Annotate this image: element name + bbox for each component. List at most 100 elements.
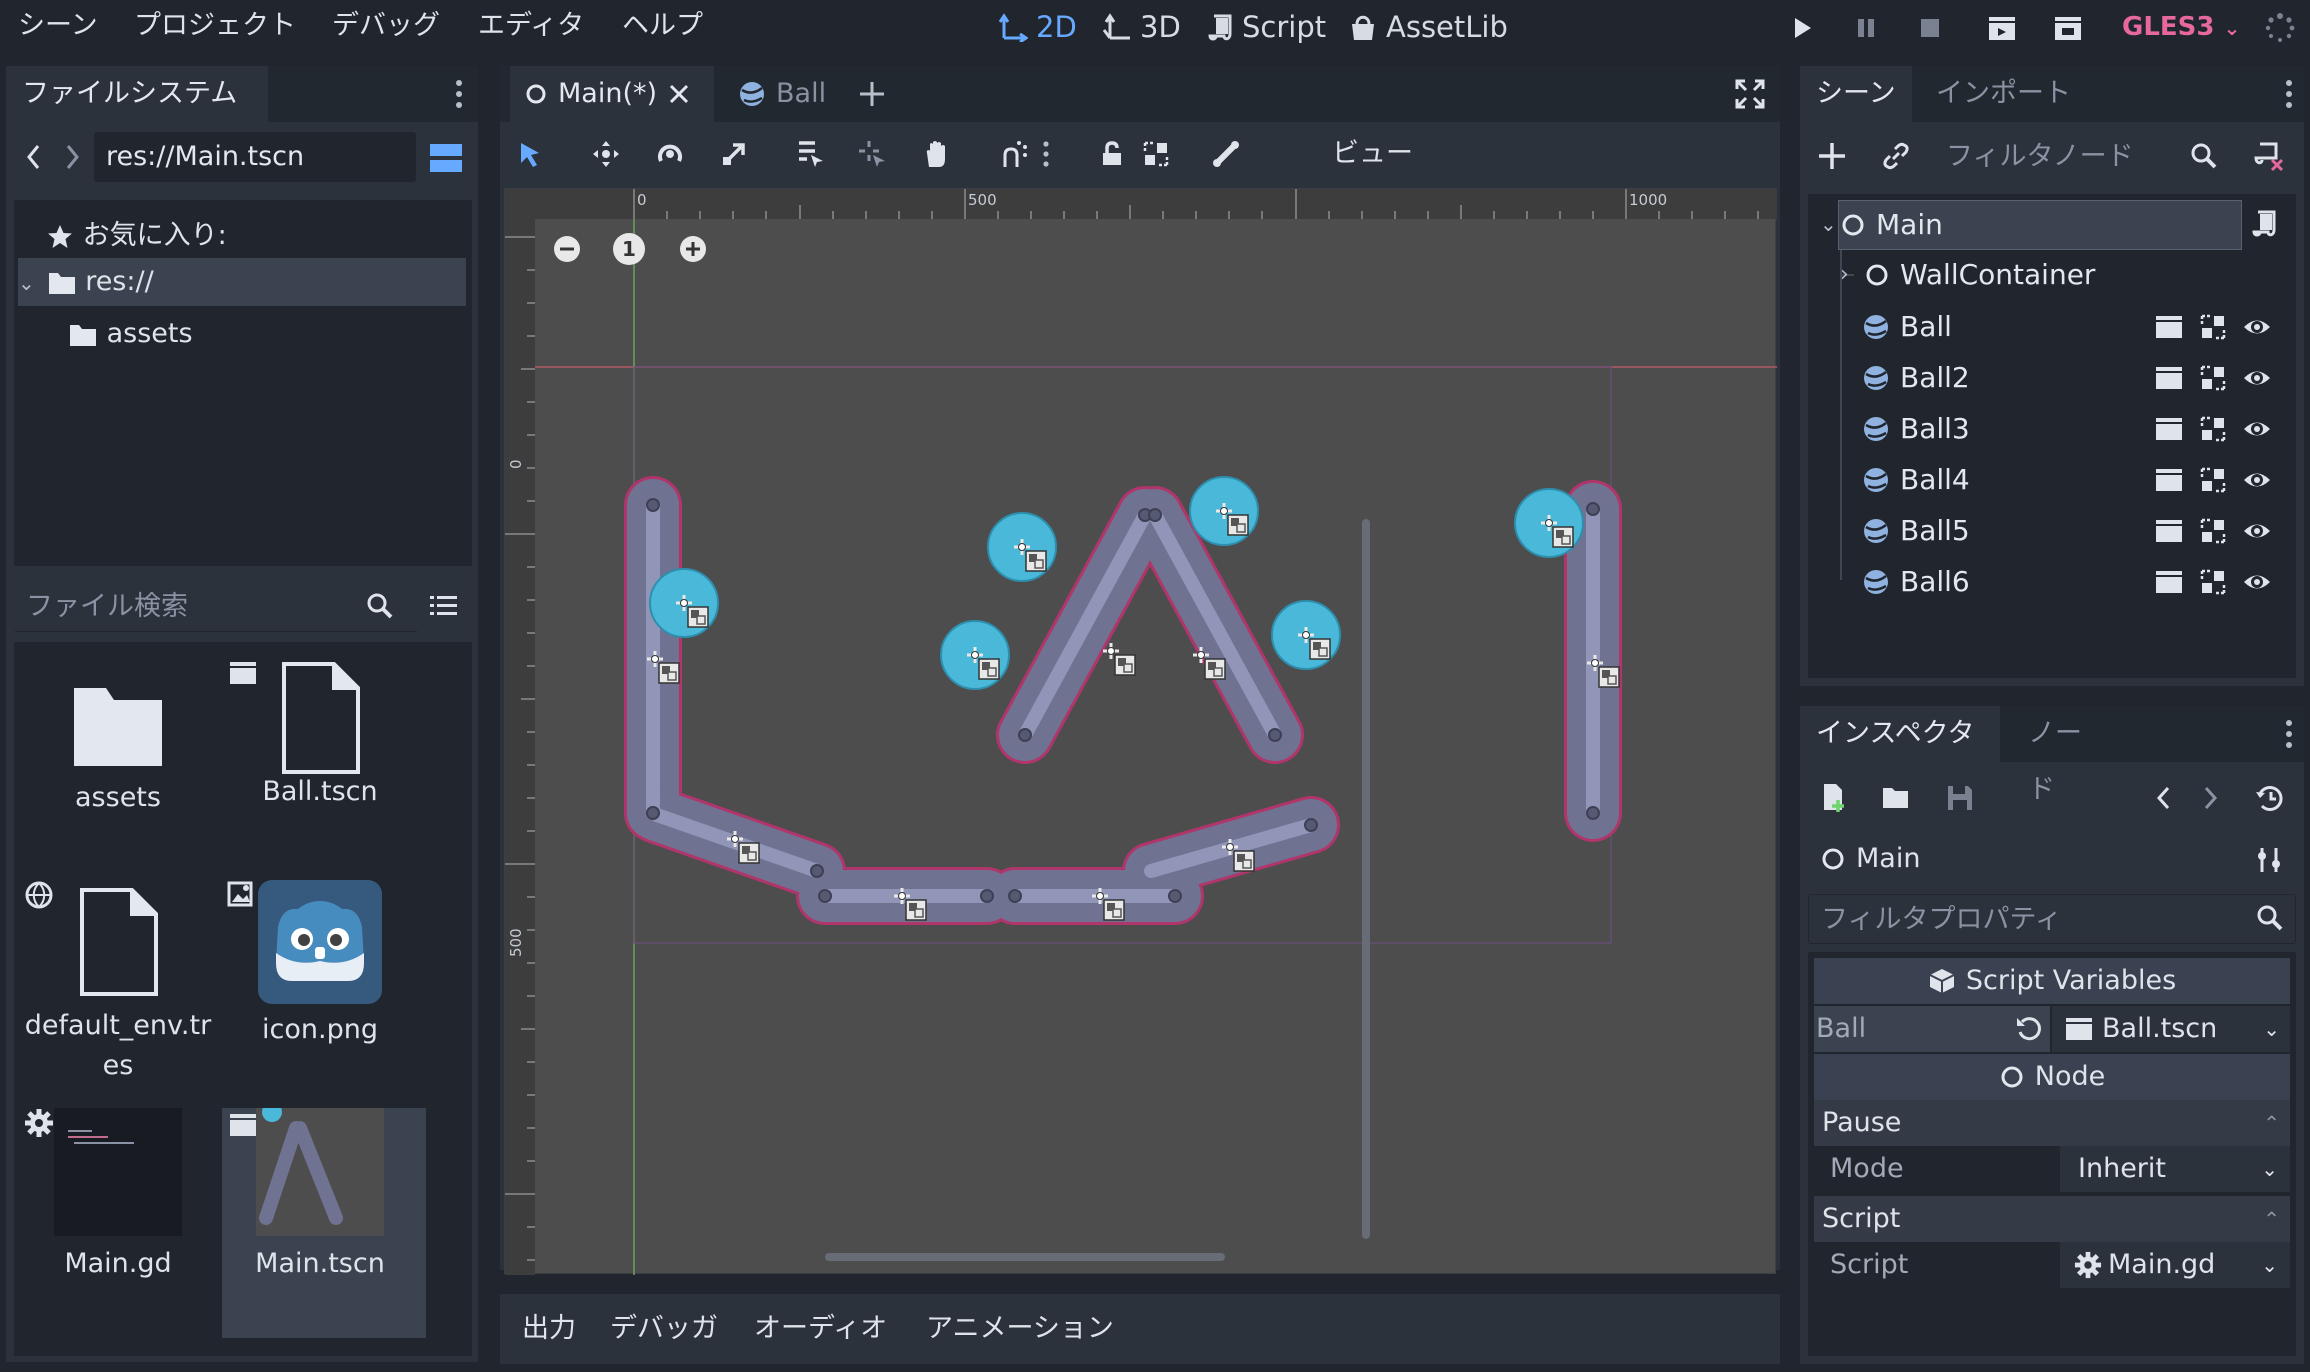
- pan-mode-button[interactable]: [916, 134, 956, 174]
- tab-node[interactable]: ノード: [2012, 706, 2120, 805]
- select-mode-button[interactable]: [510, 134, 550, 174]
- attach-script-button[interactable]: [2252, 140, 2284, 172]
- visibility-eye-icon[interactable]: [2242, 312, 2272, 342]
- workspace-3d-button[interactable]: 3D: [1102, 2, 1181, 52]
- tab-filesystem[interactable]: ファイルシステム: [6, 66, 268, 122]
- play-scene-button[interactable]: [1984, 10, 2020, 46]
- view-menu-button[interactable]: ビュー: [1332, 134, 1413, 174]
- bottom-tab-output[interactable]: 出力: [522, 1306, 576, 1352]
- group-icon[interactable]: [2198, 567, 2228, 597]
- renderer-select[interactable]: GLES3 ⌄: [2122, 2, 2240, 52]
- scene-node-ball[interactable]: Ball5: [1862, 506, 1970, 556]
- list-select-button[interactable]: [790, 134, 830, 174]
- bottom-tab-audio[interactable]: オーディオ: [754, 1306, 887, 1352]
- bottom-tab-debugger[interactable]: デバッガ: [610, 1306, 718, 1352]
- forward-arrow-icon[interactable]: [60, 140, 84, 174]
- revert-icon[interactable]: [2014, 1014, 2044, 1044]
- history-back-button[interactable]: [2152, 782, 2176, 814]
- scene-node-wallcontainer[interactable]: › WallContainer: [1840, 250, 2095, 300]
- new-resource-button[interactable]: [1818, 782, 1850, 814]
- move-mode-button[interactable]: [586, 134, 626, 174]
- menu-debug[interactable]: デバッグ: [332, 0, 440, 52]
- pause-section[interactable]: Pause ⌃: [1814, 1100, 2290, 1146]
- filter-properties-input[interactable]: フィルタプロパティ: [1808, 894, 2296, 944]
- group-icon[interactable]: [2198, 312, 2228, 342]
- open-in-editor-icon[interactable]: [2154, 365, 2184, 391]
- open-in-editor-icon[interactable]: [2154, 518, 2184, 544]
- visibility-eye-icon[interactable]: [2242, 465, 2272, 495]
- file-item-default-env[interactable]: default_env.tr es: [18, 880, 218, 1090]
- scene-node-ball[interactable]: Ball4: [1862, 455, 1970, 505]
- lock-button[interactable]: [1092, 134, 1132, 174]
- canvas-viewport[interactable]: 0 500 1000 0 500 1: [504, 188, 1777, 1275]
- menu-project[interactable]: プロジェクト: [134, 0, 296, 52]
- bottom-tab-animation[interactable]: アニメーション: [926, 1306, 1114, 1352]
- node-section[interactable]: Node: [1814, 1054, 2290, 1100]
- menu-scene[interactable]: シーン: [18, 0, 98, 52]
- pivot-mode-button[interactable]: [852, 134, 892, 174]
- scale-mode-button[interactable]: [714, 134, 754, 174]
- file-item-icon-png[interactable]: icon.png: [220, 880, 420, 1060]
- play-custom-scene-button[interactable]: [2050, 10, 2086, 46]
- group-button[interactable]: [1136, 134, 1176, 174]
- snap-options-menu[interactable]: [1040, 134, 1052, 174]
- visibility-eye-icon[interactable]: [2242, 567, 2272, 597]
- workspace-script-button[interactable]: Script: [1206, 2, 1326, 52]
- zoom-in-button[interactable]: [677, 233, 709, 265]
- dock-menu-icon[interactable]: [2284, 718, 2294, 750]
- tab-scene[interactable]: シーン: [1800, 66, 1912, 122]
- tree-item-res[interactable]: ⌄ res://: [18, 258, 466, 306]
- tree-item-assets[interactable]: assets: [68, 310, 466, 358]
- split-view-toggle[interactable]: [428, 140, 464, 176]
- file-item-ball-tscn[interactable]: Ball.tscn: [220, 660, 420, 830]
- open-script-button[interactable]: [2250, 208, 2280, 240]
- menu-help[interactable]: ヘルプ: [622, 0, 703, 52]
- chevron-down-icon[interactable]: ⌄: [1820, 212, 1837, 236]
- close-icon[interactable]: [667, 82, 691, 106]
- bones-button[interactable]: [1206, 134, 1246, 174]
- visibility-eye-icon[interactable]: [2242, 516, 2272, 546]
- pause-button[interactable]: [1848, 10, 1884, 46]
- instance-scene-button[interactable]: [1880, 140, 1912, 172]
- load-resource-button[interactable]: [1880, 782, 1912, 814]
- file-search-input[interactable]: ファイル検索: [14, 582, 418, 632]
- favorites-row[interactable]: お気に入り:: [46, 212, 456, 260]
- path-field[interactable]: res://Main.tscn: [94, 132, 416, 182]
- dock-menu-icon[interactable]: [454, 78, 464, 110]
- file-item-assets[interactable]: assets: [18, 660, 218, 830]
- back-arrow-icon[interactable]: [22, 140, 46, 174]
- open-in-editor-icon[interactable]: [2154, 314, 2184, 340]
- open-in-editor-icon[interactable]: [2154, 569, 2184, 595]
- scene-node-main[interactable]: Main: [1840, 200, 1943, 250]
- visibility-eye-icon[interactable]: [2242, 363, 2272, 393]
- distraction-free-button[interactable]: [1734, 78, 1766, 110]
- tab-import[interactable]: インポート: [1920, 66, 2098, 122]
- smart-snap-button[interactable]: [994, 134, 1034, 174]
- zoom-out-button[interactable]: [551, 233, 583, 265]
- visibility-eye-icon[interactable]: [2242, 414, 2272, 444]
- object-properties-button[interactable]: [2254, 844, 2286, 876]
- history-button[interactable]: [2254, 782, 2286, 814]
- menu-editor[interactable]: エディタ: [478, 0, 584, 52]
- chevron-right-icon[interactable]: ›: [1840, 250, 1854, 300]
- group-icon[interactable]: [2198, 363, 2228, 393]
- history-forward-button[interactable]: [2198, 782, 2222, 814]
- add-node-button[interactable]: [1816, 140, 1848, 172]
- property-ball-value[interactable]: Ball.tscn ⌄: [2052, 1006, 2290, 1052]
- group-icon[interactable]: [2198, 516, 2228, 546]
- file-item-main-gd[interactable]: Main.gd: [18, 1108, 218, 1298]
- script-variables-section[interactable]: Script Variables: [1814, 958, 2290, 1004]
- scene-node-ball[interactable]: Ball3: [1862, 404, 1970, 454]
- file-item-main-tscn[interactable]: Main.tscn: [220, 1108, 420, 1298]
- property-mode-select[interactable]: Inherit ⌄: [2060, 1146, 2290, 1192]
- tab-inspector[interactable]: インスペクタ: [1800, 706, 2000, 762]
- stop-button[interactable]: [1912, 10, 1948, 46]
- script-section[interactable]: Script ⌃: [1814, 1196, 2290, 1242]
- rotate-mode-button[interactable]: [650, 134, 690, 174]
- open-in-editor-icon[interactable]: [2154, 416, 2184, 442]
- scene-tab-main[interactable]: Main(*): [510, 66, 714, 122]
- workspace-2d-button[interactable]: 2D: [998, 2, 1077, 52]
- list-view-toggle[interactable]: [428, 590, 460, 622]
- add-tab-button[interactable]: [856, 78, 888, 110]
- scene-tab-ball[interactable]: Ball: [724, 66, 844, 122]
